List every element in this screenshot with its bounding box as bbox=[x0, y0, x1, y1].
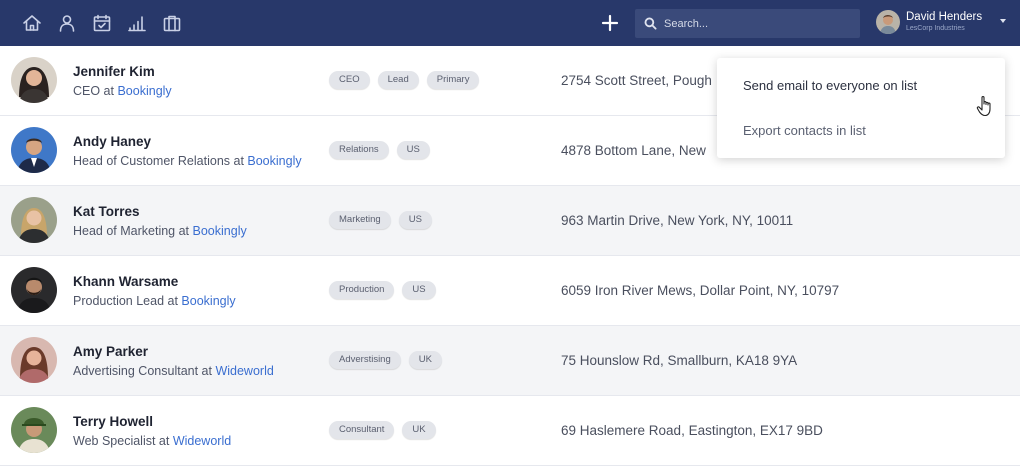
contact-address: 963 Martin Drive, New York, NY, 10011 bbox=[561, 213, 794, 228]
company-link[interactable]: Wideworld bbox=[173, 434, 231, 448]
tag[interactable]: Primary bbox=[426, 71, 480, 89]
table-row[interactable]: Terry Howell Web Specialist at Wideworld… bbox=[0, 396, 1020, 466]
tag[interactable]: CEO bbox=[329, 71, 370, 89]
contact-name[interactable]: Amy Parker bbox=[73, 344, 148, 359]
tag[interactable]: Production bbox=[329, 281, 395, 299]
tag-list: Relations US bbox=[329, 141, 438, 159]
contact-address: 75 Hounslow Rd, Smallburn, KA18 9YA bbox=[561, 353, 798, 368]
avatar bbox=[11, 197, 57, 243]
role-title: Production Lead at bbox=[73, 294, 182, 308]
user-icon[interactable] bbox=[55, 11, 79, 35]
contact-name[interactable]: Terry Howell bbox=[73, 414, 153, 429]
tag[interactable]: US bbox=[398, 211, 432, 229]
user-menu[interactable]: David Henders LesCorp Industries bbox=[876, 10, 982, 34]
hand-cursor-icon bbox=[976, 96, 991, 117]
search-icon bbox=[644, 17, 657, 30]
table-row[interactable]: Kat Torres Head of Marketing at Bookingl… bbox=[0, 186, 1020, 256]
table-row[interactable]: Amy Parker Advertising Consultant at Wid… bbox=[0, 326, 1020, 396]
company-link[interactable]: Bookingly bbox=[181, 294, 235, 308]
tag[interactable]: Relations bbox=[329, 141, 389, 159]
tag[interactable]: UK bbox=[408, 351, 442, 369]
company-link[interactable]: Bookingly bbox=[117, 84, 171, 98]
plus-icon bbox=[601, 14, 619, 32]
briefcase-icon[interactable] bbox=[160, 11, 184, 35]
tag-list: Consultant UK bbox=[329, 421, 444, 439]
avatar bbox=[11, 407, 57, 453]
tag[interactable]: US bbox=[402, 281, 436, 299]
home-icon[interactable] bbox=[20, 11, 44, 35]
top-navigation-bar: David Henders LesCorp Industries bbox=[0, 0, 1020, 46]
contact-role: CEO at Bookingly bbox=[73, 84, 172, 98]
role-title: Head of Marketing at bbox=[73, 224, 193, 238]
chevron-down-icon[interactable] bbox=[1000, 19, 1006, 23]
contact-name[interactable]: Khann Warsame bbox=[73, 274, 178, 289]
user-name: David Henders bbox=[906, 10, 983, 23]
contact-address: 69 Haslemere Road, Eastington, EX17 9BD bbox=[561, 423, 823, 438]
contact-name[interactable]: Kat Torres bbox=[73, 204, 140, 219]
calendar-icon[interactable] bbox=[90, 11, 114, 35]
avatar bbox=[11, 127, 57, 173]
nav-icon-group bbox=[20, 11, 195, 35]
avatar bbox=[876, 10, 900, 34]
contact-address: 6059 Iron River Mews, Dollar Point, NY, … bbox=[561, 283, 840, 298]
table-row[interactable]: Khann Warsame Production Lead at Booking… bbox=[0, 256, 1020, 326]
company-link[interactable]: Bookingly bbox=[193, 224, 247, 238]
menu-item-export-contacts[interactable]: Export contacts in list bbox=[743, 123, 866, 138]
contact-role: Production Lead at Bookingly bbox=[73, 294, 236, 308]
search-box bbox=[635, 9, 860, 38]
tag[interactable]: US bbox=[396, 141, 430, 159]
role-title: Web Specialist at bbox=[73, 434, 173, 448]
role-title: CEO at bbox=[73, 84, 118, 98]
contact-address: 2754 Scott Street, Pough bbox=[561, 73, 712, 88]
tag[interactable]: Lead bbox=[377, 71, 419, 89]
tag-list: CEO Lead Primary bbox=[329, 71, 487, 89]
company-link[interactable]: Bookingly bbox=[247, 154, 301, 168]
company-link[interactable]: Wideworld bbox=[215, 364, 273, 378]
tag-list: Adverstising UK bbox=[329, 351, 450, 369]
search-input[interactable] bbox=[664, 17, 854, 30]
contact-role: Web Specialist at Wideworld bbox=[73, 434, 231, 448]
tag-list: Marketing US bbox=[329, 211, 440, 229]
contact-name[interactable]: Jennifer Kim bbox=[73, 64, 155, 79]
contact-role: Head of Customer Relations at Bookingly bbox=[73, 154, 302, 168]
signal-bars-icon[interactable] bbox=[125, 11, 149, 35]
contact-role: Head of Marketing at Bookingly bbox=[73, 224, 247, 238]
tag-list: Production US bbox=[329, 281, 444, 299]
contact-address: 4878 Bottom Lane, New bbox=[561, 143, 706, 158]
tag[interactable]: Consultant bbox=[329, 421, 395, 439]
user-organization: LesCorp Industries bbox=[906, 24, 965, 32]
avatar bbox=[11, 57, 57, 103]
add-button[interactable] bbox=[598, 11, 622, 35]
role-title: Head of Customer Relations at bbox=[73, 154, 248, 168]
tag[interactable]: Adverstising bbox=[329, 351, 401, 369]
menu-item-send-email[interactable]: Send email to everyone on list bbox=[743, 78, 917, 93]
contact-role: Advertising Consultant at Wideworld bbox=[73, 364, 274, 378]
avatar bbox=[11, 337, 57, 383]
tag[interactable]: Marketing bbox=[329, 211, 391, 229]
tag[interactable]: UK bbox=[402, 421, 436, 439]
list-actions-menu: Send email to everyone on list Export co… bbox=[717, 58, 1005, 158]
role-title: Advertising Consultant at bbox=[73, 364, 216, 378]
contact-name[interactable]: Andy Haney bbox=[73, 134, 151, 149]
avatar bbox=[11, 267, 57, 313]
